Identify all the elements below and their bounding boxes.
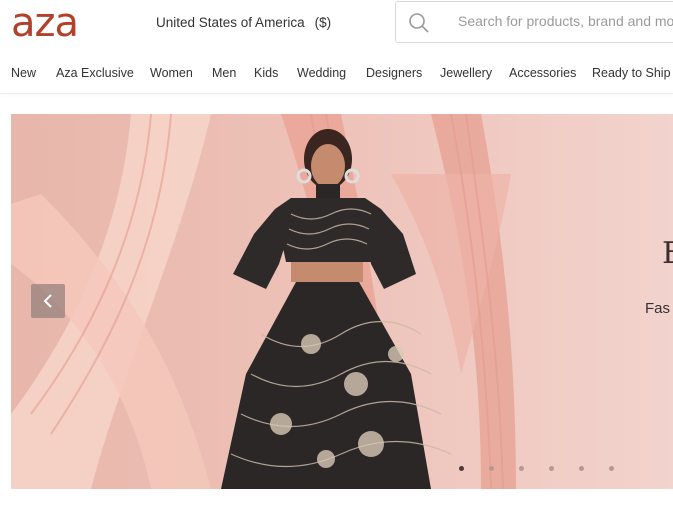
country-selector[interactable]: United States of America ($) [156,15,331,30]
slide-subtext: Fas [645,300,671,317]
hero-banner[interactable]: E Fas [11,114,673,489]
carousel-dot[interactable] [579,466,584,471]
carousel-dot[interactable] [459,466,464,471]
country-name: United States of America [156,15,305,30]
nav-divider [0,93,673,94]
nav-item-accessories[interactable]: Accessories [509,66,576,80]
nav-item-women[interactable]: Women [150,66,193,80]
nav-item-ready-to-ship[interactable]: Ready to Ship [592,66,671,80]
nav-item-designers[interactable]: Designers [366,66,422,80]
search-input[interactable] [456,12,673,30]
main-nav: New Aza Exclusive Women Men Kids Wedding… [0,66,673,82]
aza-logo[interactable]: aza [11,3,79,43]
search-icon[interactable] [408,12,430,34]
nav-item-new[interactable]: New [11,66,36,80]
nav-item-aza-exclusive[interactable]: Aza Exclusive [56,66,134,80]
carousel-dot[interactable] [519,466,524,471]
nav-item-kids[interactable]: Kids [254,66,278,80]
chevron-left-icon [43,294,52,308]
carousel-prev-button[interactable] [31,284,65,318]
slide-heading: E [662,236,673,271]
nav-item-wedding[interactable]: Wedding [297,66,346,80]
nav-item-jewellery[interactable]: Jewellery [440,66,492,80]
nav-item-men[interactable]: Men [212,66,236,80]
carousel-dot[interactable] [609,466,614,471]
carousel-dot[interactable] [489,466,494,471]
currency-label: ($) [314,15,332,30]
banner-image [11,114,673,489]
carousel-dot[interactable] [549,466,554,471]
search-box[interactable] [395,1,673,43]
